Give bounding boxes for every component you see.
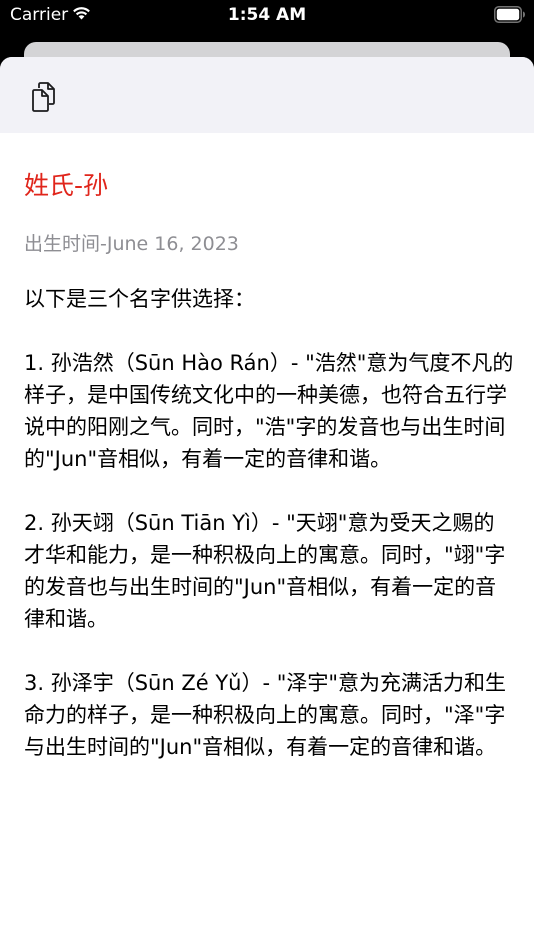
battery-icon [494, 6, 525, 23]
copy-button[interactable] [22, 77, 66, 117]
name-suggestions-text: 以下是三个名字供选择： 1. 孙浩然（Sūn Hào Rán）- "浩然"意为气… [24, 283, 514, 795]
sheet-toolbar [0, 57, 534, 133]
name-option-1: 1. 孙浩然（Sūn Hào Rán）- "浩然"意为气度不凡的样子，是中国传统… [24, 351, 514, 471]
status-bar: Carrier 1:54 AM [0, 0, 534, 34]
surname-title: 姓氏-孙 [24, 171, 109, 200]
intro-text: 以下是三个名字供选择： [24, 287, 255, 311]
name-option-2: 2. 孙天翊（Sūn Tiān Yì）- "天翊"意为受天之赐的才华和能力，是一… [24, 511, 506, 631]
copy-icon [32, 82, 55, 112]
detail-sheet: 姓氏-孙 出生时间-June 16, 2023 以下是三个名字供选择： 1. 孙… [0, 57, 534, 950]
birth-date-label: 出生时间-June 16, 2023 [24, 233, 239, 255]
name-option-3: 3. 孙泽宇（Sūn Zé Yǔ）- "泽宇"意为充满活力和生命力的样子，是一种… [24, 671, 507, 759]
clock: 1:54 AM [227, 5, 307, 25]
